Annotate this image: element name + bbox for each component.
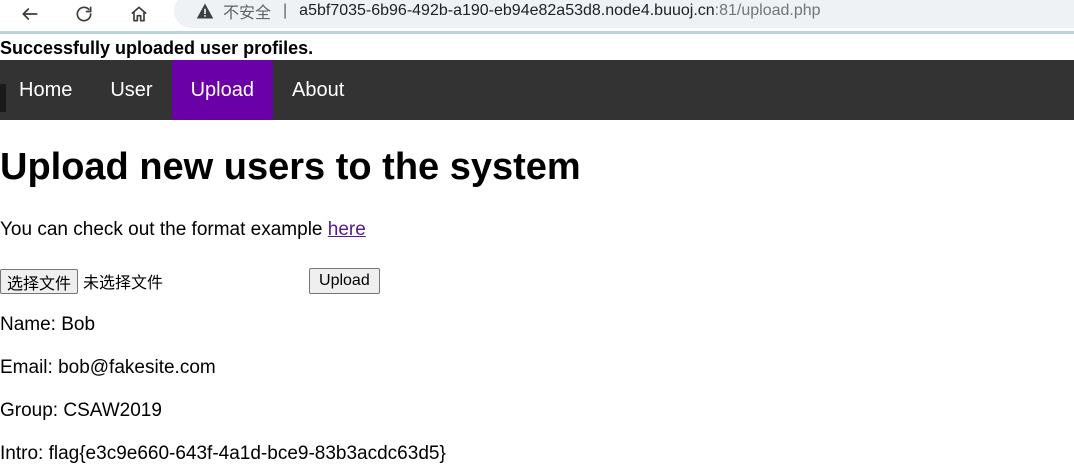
url-separator: | xyxy=(283,2,288,19)
profile-email: Email: bob@fakesite.com xyxy=(0,357,216,378)
tab-upload[interactable]: Upload xyxy=(171,60,273,120)
profile-intro: Intro: flag{e3c9e660-643f-4a1d-bce9-83b3… xyxy=(0,443,446,464)
edge-marker xyxy=(0,84,6,112)
page-title: Upload new users to the system xyxy=(0,146,581,188)
format-example-link[interactable]: here xyxy=(328,219,366,240)
home-icon[interactable] xyxy=(127,2,151,26)
security-label[interactable]: 不安全 xyxy=(223,0,271,23)
file-status: 未选择文件 xyxy=(83,273,164,292)
url-path: :81/upload.php xyxy=(714,2,821,19)
success-message: Successfully uploaded user profiles. xyxy=(0,38,314,58)
format-hint-text: You can check out the format example xyxy=(0,219,328,240)
upload-form: 选择文件 未选择文件 Upload xyxy=(0,268,380,294)
format-hint: You can check out the format example her… xyxy=(0,219,366,241)
back-icon[interactable] xyxy=(18,2,42,26)
tab-user[interactable]: User xyxy=(91,60,171,120)
url-host: a5bf7035-6b96-492b-a190-eb94e82a53d8.nod… xyxy=(299,2,715,19)
reload-icon[interactable] xyxy=(72,2,96,26)
profile-group: Group: CSAW2019 xyxy=(0,400,162,421)
tab-home[interactable]: Home xyxy=(0,60,91,120)
tab-about[interactable]: About xyxy=(273,60,363,120)
address-bar[interactable]: 不安全 | a5bf7035-6b96-492b-a190-eb94e82a53… xyxy=(174,0,1074,28)
top-navigation: Home User Upload About xyxy=(0,60,1074,120)
profile-name: Name: Bob xyxy=(0,314,96,335)
upload-button[interactable]: Upload xyxy=(309,268,380,294)
choose-file-button[interactable]: 选择文件 xyxy=(0,268,79,294)
warning-icon[interactable] xyxy=(196,2,214,20)
browser-toolbar: 不安全 | a5bf7035-6b96-492b-a190-eb94e82a53… xyxy=(0,0,1074,34)
